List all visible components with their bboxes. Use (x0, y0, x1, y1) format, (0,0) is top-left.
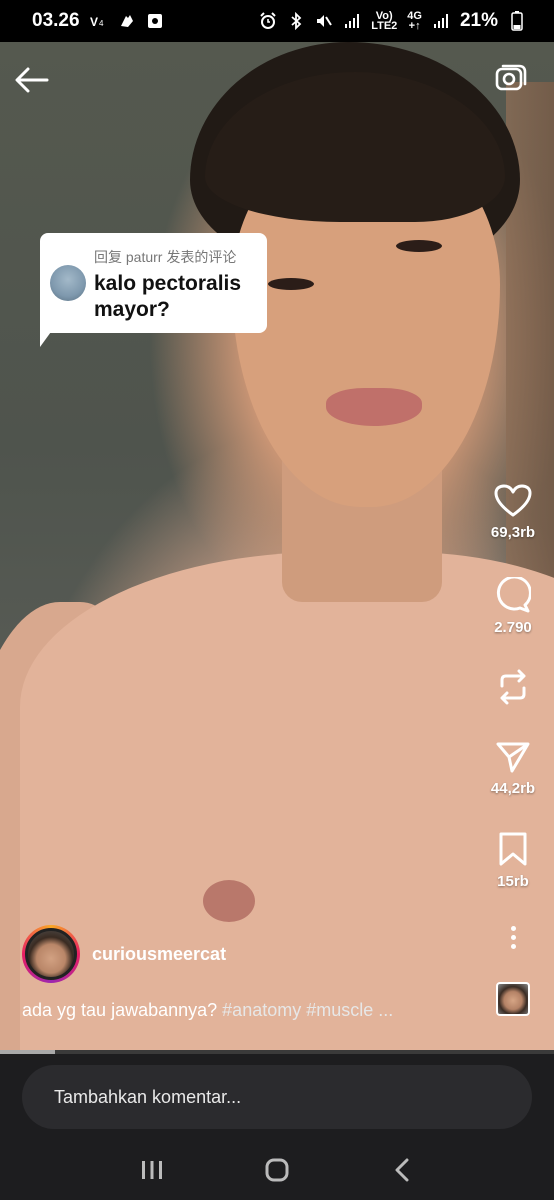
creator-username[interactable]: curiousmeercat (92, 944, 226, 965)
network-label: Vo) LTE2 (371, 11, 398, 32)
comment-action[interactable]: 2.790 (476, 577, 550, 636)
status-bar: 03.26 V4 Vo) LTE2 4G +↑ 21% (0, 0, 554, 42)
heart-icon[interactable] (494, 484, 532, 518)
speech-bubble-icon[interactable] (495, 577, 531, 613)
video-eye-left (268, 278, 314, 290)
signal-2-icon (432, 12, 450, 30)
camera-button[interactable] (494, 62, 528, 96)
like-action[interactable]: 69,3rb (476, 484, 550, 541)
svg-text:V: V (90, 15, 98, 28)
bookmark-icon[interactable] (498, 831, 528, 867)
avatar (25, 928, 77, 980)
battery-icon (508, 11, 526, 31)
reply-text: kalo pectoralis mayor? (94, 272, 242, 321)
signal-1-icon (343, 12, 361, 30)
like-count: 69,3rb (490, 524, 536, 541)
system-nav-bar (0, 1140, 554, 1200)
video-torso (20, 552, 554, 1052)
more-options-button[interactable] (503, 922, 523, 952)
audio-thumbnail-button[interactable] (496, 982, 530, 1016)
reply-bubble-tail (40, 325, 56, 347)
creator-avatar-button[interactable] (22, 925, 80, 983)
send-icon[interactable] (495, 740, 531, 774)
video-caption[interactable]: ada yg tau jawabannya? #anatomy #muscle … (22, 1000, 393, 1021)
reply-comment-bubble: 回复 paturr 发表的评论 kalo pectoralis mayor? (40, 233, 267, 333)
more-vertical-icon (510, 925, 516, 931)
repost-icon[interactable] (496, 668, 530, 706)
recent-apps-icon (142, 1161, 163, 1179)
repost-action[interactable] (476, 668, 550, 706)
save-count: 15rb (497, 873, 529, 890)
reply-avatar (50, 265, 86, 301)
reply-header: 回复 paturr 发表的评论 (94, 249, 237, 265)
share-count: 44,2rb (490, 780, 536, 797)
battery-percent: 21% (459, 10, 498, 31)
alarm-icon (259, 12, 277, 30)
save-action[interactable]: 15rb (476, 831, 550, 890)
share-action[interactable]: 44,2rb (476, 740, 550, 797)
data-bottom: +↑ (408, 20, 421, 32)
app-notification-icon (146, 12, 164, 30)
data-label: 4G +↑ (407, 11, 422, 32)
status-right: Vo) LTE2 4G +↑ 21% (259, 10, 526, 32)
system-back-button[interactable] (382, 1150, 422, 1190)
back-button[interactable] (14, 62, 50, 98)
comment-count: 2.790 (494, 619, 532, 636)
video-player[interactable] (0, 42, 554, 1052)
status-left: 03.26 V4 (32, 10, 164, 32)
comment-placeholder: Tambahkan komentar... (54, 1086, 242, 1107)
network-bottom: LTE2 (371, 20, 398, 32)
video-chest-detail (203, 880, 255, 922)
caption-text: ada yg tau jawabannya? (22, 1000, 218, 1020)
comment-input[interactable]: Tambahkan komentar... (22, 1065, 532, 1129)
video-eye-right (396, 240, 442, 252)
arrow-left-icon (15, 67, 49, 93)
home-icon (265, 1158, 289, 1182)
home-button[interactable] (257, 1150, 297, 1190)
camera-icon (495, 64, 527, 91)
hand-wave-icon (118, 12, 136, 30)
video-mouth (326, 388, 422, 426)
status-time: 03.26 (32, 10, 80, 31)
caption-hashtags[interactable]: #anatomy #muscle ... (222, 1000, 393, 1020)
recent-apps-button[interactable] (132, 1150, 172, 1190)
svg-text:4: 4 (99, 19, 104, 28)
bluetooth-icon (287, 12, 305, 30)
chevron-left-icon (395, 1158, 409, 1182)
mute-icon (315, 12, 333, 30)
volte-icon: V4 (90, 12, 108, 30)
